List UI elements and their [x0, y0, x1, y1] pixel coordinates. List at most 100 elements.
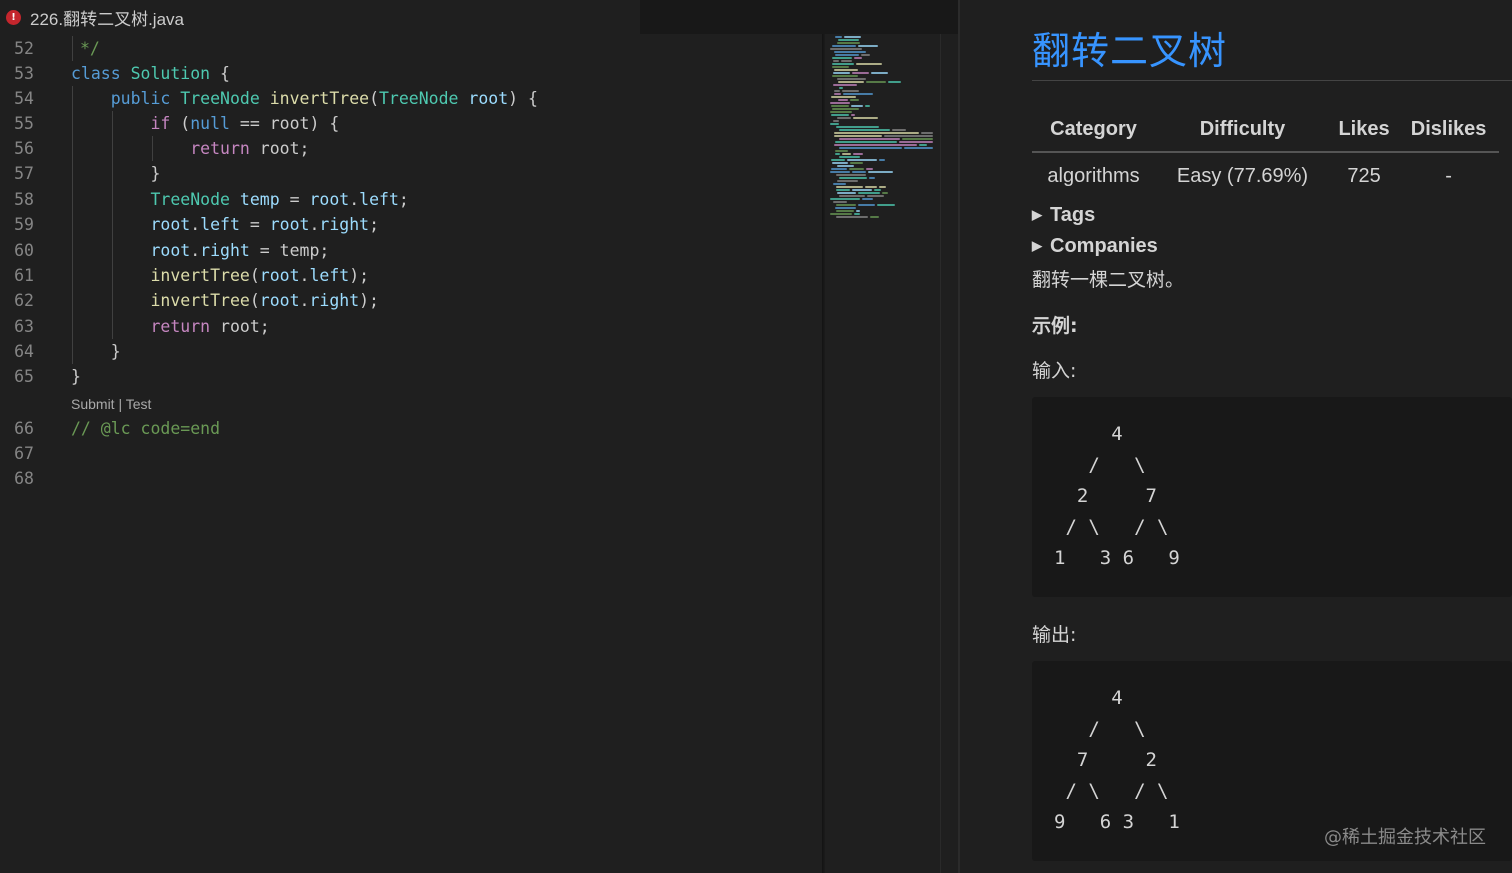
code-line: return root; [150, 317, 270, 336]
code-line: */ [80, 39, 100, 58]
line-number: 61 [14, 266, 34, 285]
code-lens: Submit | Test [71, 394, 151, 414]
code-line: } [150, 164, 161, 183]
minimap-line [852, 171, 866, 173]
minimap-line [832, 57, 852, 59]
editor-pane: ! 226.翻转二叉树.java 52 53 54 55 56 57 58 59… [0, 0, 959, 873]
line-number: 67 [14, 444, 34, 463]
tab-title[interactable]: 226.翻转二叉树.java [30, 5, 184, 30]
example-heading: 示例: [1032, 315, 1078, 337]
minimap-line [834, 90, 840, 92]
header-likes: Likes [1329, 110, 1399, 153]
code-line: if (null == root) { [150, 114, 340, 133]
submit-link[interactable]: Submit [71, 396, 115, 412]
minimap-line [832, 108, 859, 110]
minimap-line [884, 135, 933, 137]
minimap-line [841, 60, 852, 62]
minimap-line [866, 168, 873, 170]
minimap-line [839, 129, 890, 131]
tags-toggle[interactable]: ▶ Tags [1032, 204, 1095, 227]
minimap-line [838, 99, 848, 101]
line-number: 63 [14, 317, 34, 336]
line-number: 68 [14, 469, 34, 488]
minimap-line [836, 189, 850, 191]
minimap-line [844, 36, 861, 38]
minimap-line [830, 198, 860, 200]
minimap-line [832, 66, 849, 68]
cell-likes: 725 [1347, 165, 1381, 187]
minimap-line [831, 105, 849, 107]
triangle-right-icon: ▶ [1032, 207, 1042, 222]
editor-tab[interactable]: ! 226.翻转二叉树.java [0, 0, 640, 34]
minimap-line [854, 213, 860, 215]
minimap-line [851, 105, 863, 107]
line-number: 64 [14, 342, 34, 361]
vertical-scrollbar[interactable] [940, 34, 959, 873]
minimap-line [854, 57, 862, 59]
minimap-line [830, 123, 839, 125]
minimap-line [839, 138, 900, 140]
code-line: root.right = temp; [150, 241, 330, 260]
line-number: 65 [14, 367, 34, 386]
minimap-line [867, 195, 884, 197]
minimap[interactable] [825, 34, 940, 873]
cell-difficulty: Easy (77.69%) [1176, 165, 1309, 187]
line-number: 53 [14, 64, 34, 83]
minimap-line [874, 189, 881, 191]
line-number: 59 [14, 215, 34, 234]
code-line: invertTree(root.right); [150, 291, 379, 310]
minimap-line [833, 72, 850, 74]
minimap-line [849, 168, 864, 170]
minimap-line [852, 72, 869, 74]
code-line: root.left = root.right; [150, 215, 380, 234]
minimap-line [835, 150, 848, 152]
minimap-line [858, 204, 875, 206]
line-number: 60 [14, 241, 34, 260]
minimap-line [858, 45, 878, 47]
problem-preview-pane: 翻转二叉树 Category Difficulty Likes Dislikes… [960, 0, 1512, 873]
test-link[interactable]: Test [126, 396, 152, 412]
minimap-line [879, 186, 886, 188]
title-divider [1032, 80, 1512, 81]
minimap-line [833, 84, 857, 86]
code-line: invertTree(root.left); [150, 266, 370, 285]
cell-category: algorithms [1047, 165, 1140, 187]
minimap-line [830, 48, 862, 50]
line-number: 56 [14, 139, 34, 158]
minimap-line [921, 132, 933, 134]
minimap-line [835, 36, 842, 38]
input-label: 输入: [1032, 360, 1077, 382]
minimap-line [836, 210, 854, 212]
minimap-line [834, 144, 917, 146]
minimap-line [869, 177, 875, 179]
minimap-line [837, 165, 854, 167]
minimap-line [877, 204, 895, 206]
minimap-line [834, 93, 841, 95]
code-line: class Solution { [71, 64, 230, 83]
minimap-line [835, 153, 840, 155]
input-tree: 4 / \ 2 7 / \ / \ 1 3 6 9 [1054, 423, 1180, 569]
minimap-line [830, 213, 852, 215]
problem-info-table: Category Difficulty Likes Dislikes algor… [1032, 110, 1499, 196]
minimap-line [853, 117, 878, 119]
minimap-line [839, 156, 860, 158]
code-area[interactable]: 52 53 54 55 56 57 58 59 60 61 62 63 64 6… [0, 36, 822, 873]
minimap-line [836, 204, 856, 206]
companies-toggle[interactable]: ▶ Companies [1032, 235, 1158, 258]
minimap-line [904, 147, 933, 149]
minimap-line [832, 45, 856, 47]
problem-title: 翻转二叉树 [1032, 29, 1228, 73]
cell-dislikes: - [1445, 165, 1452, 187]
minimap-line [830, 171, 850, 173]
minimap-line [834, 135, 882, 137]
minimap-line [839, 177, 867, 179]
minimap-line [838, 81, 864, 83]
minimap-line [862, 198, 873, 200]
minimap-line [853, 153, 863, 155]
minimap-line [868, 171, 893, 173]
minimap-line [882, 192, 888, 194]
line-number: 66 [14, 419, 34, 438]
indent-guide [72, 36, 73, 61]
minimap-line [839, 87, 843, 89]
tab-bar: ! 226.翻转二叉树.java [0, 0, 958, 34]
